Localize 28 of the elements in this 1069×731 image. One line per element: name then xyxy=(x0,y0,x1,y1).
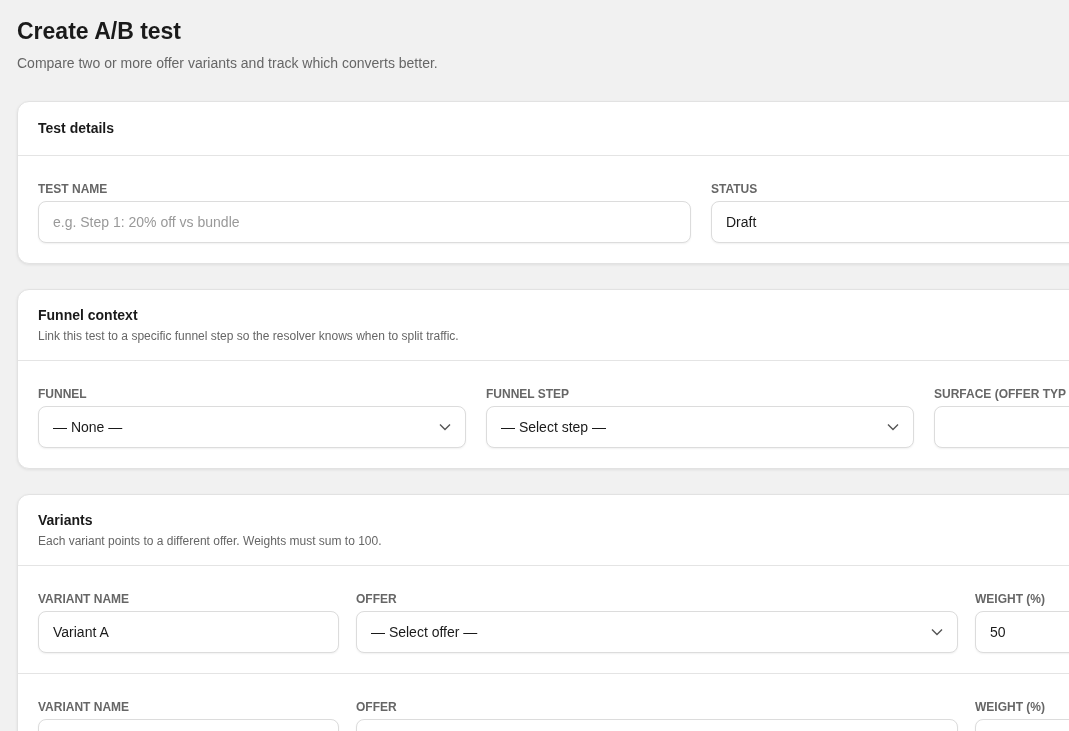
chevron-down-icon xyxy=(439,423,451,431)
card-description: Each variant points to a different offer. Weights must sum to 100. xyxy=(38,534,383,548)
field-label: OFFER xyxy=(356,592,398,606)
page-subtitle: Compare two or more offer variants and track which converts better. xyxy=(17,55,439,71)
card-title: Variants xyxy=(38,512,94,528)
field-label: OFFER xyxy=(356,700,398,714)
field-label: FUNNEL xyxy=(38,387,88,401)
field-label: TEST NAME xyxy=(38,182,109,196)
weight-field[interactable]: 50 xyxy=(975,611,1069,653)
select-field[interactable]: — None — xyxy=(38,406,466,448)
variant-name-field[interactable]: Variant A xyxy=(38,611,339,653)
field-label: VARIANT NAME xyxy=(38,592,131,606)
card-description: Link this test to a specific funnel step so the resolver knows when to split traffic. xyxy=(38,329,460,343)
field-label: SURFACE (OFFER TYP xyxy=(934,387,1067,401)
select-field[interactable]: — Select step — xyxy=(486,406,914,448)
chevron-down-icon xyxy=(887,423,899,431)
page-title: Create A/B test xyxy=(17,17,183,45)
offer-select[interactable]: — Select offer — xyxy=(356,611,958,653)
field-label: WEIGHT (%) xyxy=(975,700,1046,714)
card-title: Test details xyxy=(38,120,115,136)
status-select[interactable]: Draft xyxy=(711,201,1069,243)
chevron-down-icon xyxy=(931,628,943,636)
card-title: Funnel context xyxy=(38,307,139,323)
input-field[interactable] xyxy=(934,406,1069,448)
field-label: FUNNEL STEP xyxy=(486,387,571,401)
field-label: WEIGHT (%) xyxy=(975,592,1046,606)
field-label: STATUS xyxy=(711,182,759,196)
field-label: VARIANT NAME xyxy=(38,700,131,714)
